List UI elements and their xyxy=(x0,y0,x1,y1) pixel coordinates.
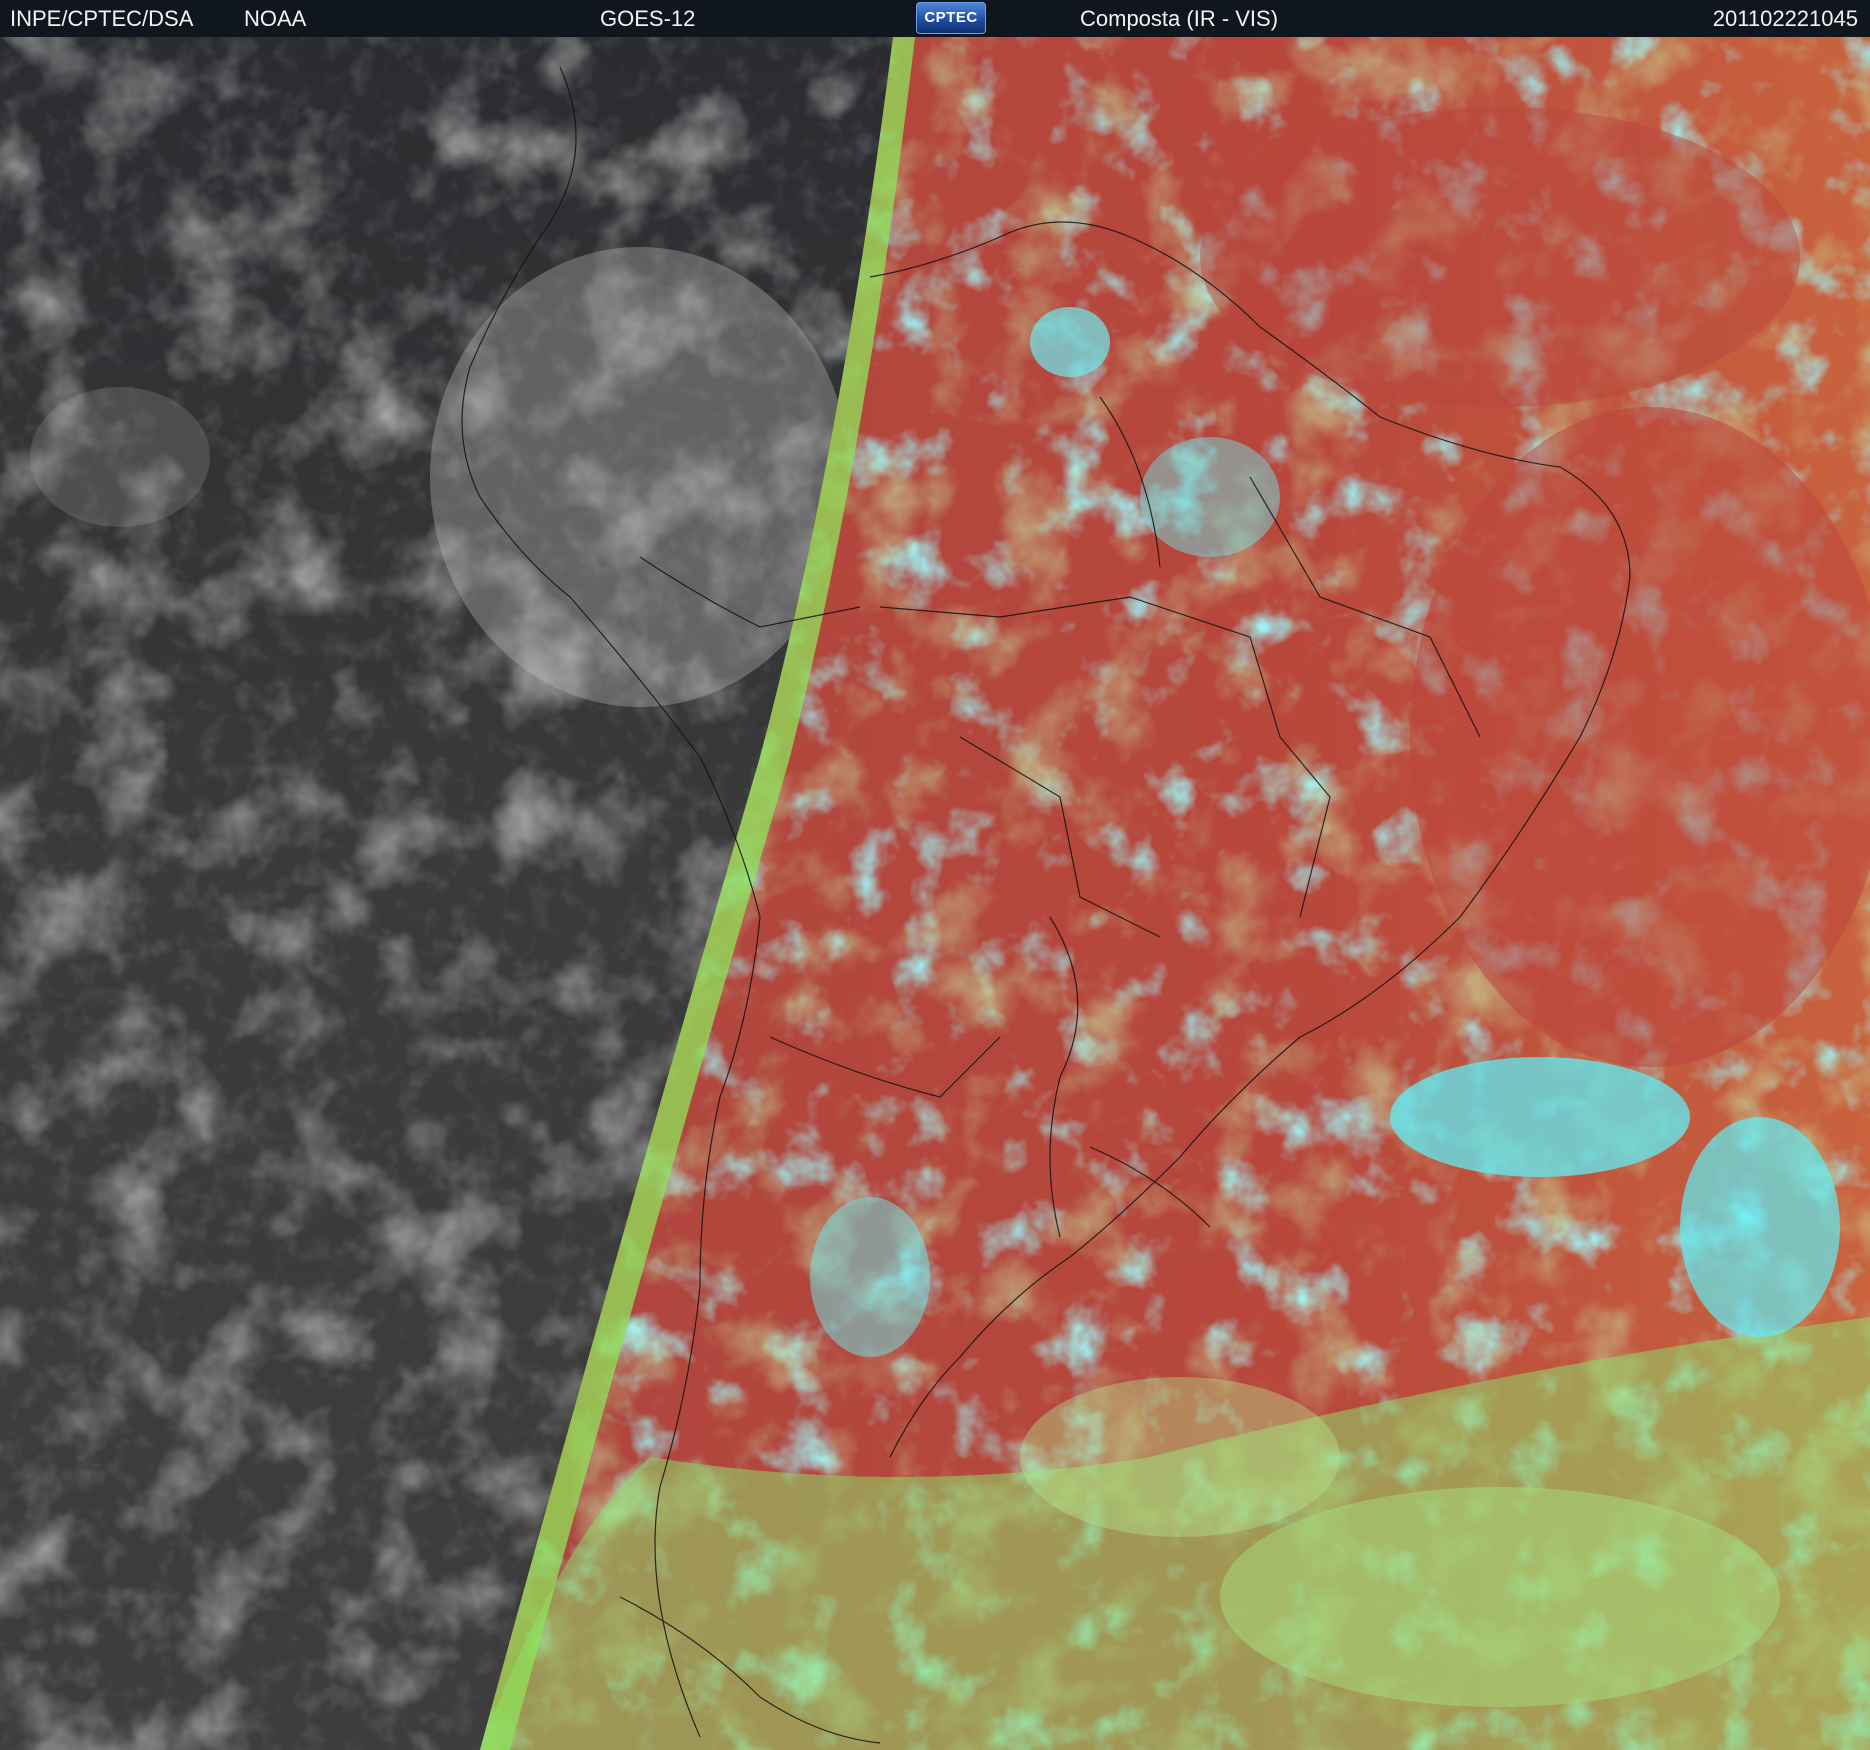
cptec-logo-icon: CPTEC xyxy=(916,2,986,34)
satellite-image xyxy=(0,37,1870,1750)
org-label: INPE/CPTEC/DSA xyxy=(10,6,194,31)
header-bar: INPE/CPTEC/DSA NOAA GOES-12 CPTEC Compos… xyxy=(0,0,1870,37)
satellite-label: GOES-12 xyxy=(600,6,696,31)
product-label: Composta (IR - VIS) xyxy=(1080,6,1279,31)
timestamp-label: 201102221045 xyxy=(1712,6,1858,31)
logo-text: CPTEC xyxy=(924,9,978,26)
agency-label: NOAA xyxy=(244,6,307,31)
